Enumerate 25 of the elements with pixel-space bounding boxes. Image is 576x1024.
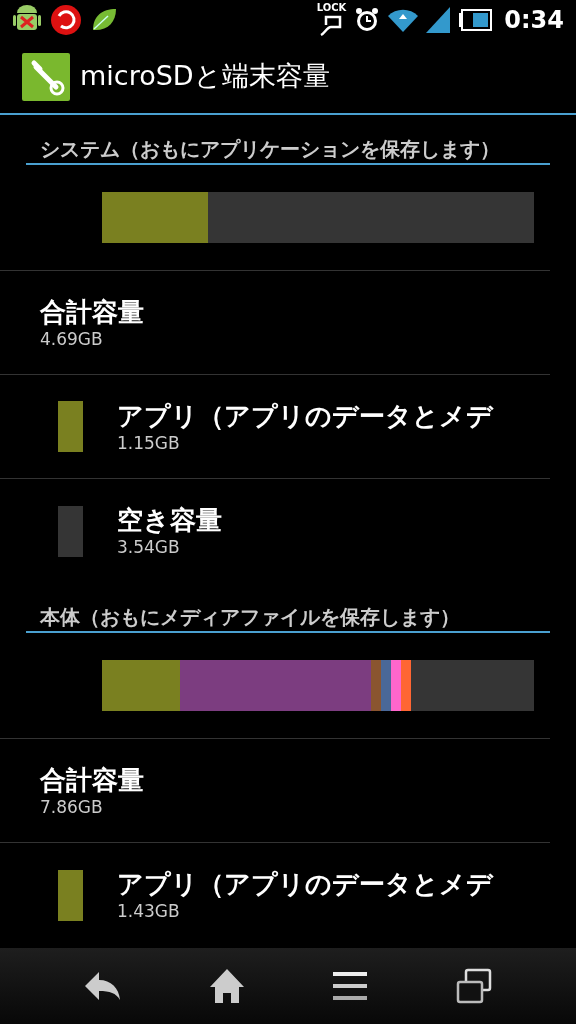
- back-icon[interactable]: [84, 972, 121, 1000]
- item-label: アプリ（アプリのデータとメデ: [117, 868, 493, 900]
- total-value: 4.69GB: [40, 327, 104, 350]
- home-icon[interactable]: [209, 969, 244, 1003]
- item-label: 空き容量: [117, 504, 222, 536]
- menu-icon[interactable]: [332, 972, 367, 1000]
- security-app-icon: [50, 4, 82, 36]
- item-value: 3.54GB: [117, 536, 181, 558]
- screen-title: microSDと端末容量: [80, 59, 330, 94]
- recent-apps-icon[interactable]: [455, 968, 492, 1004]
- battery-icon: [458, 9, 493, 31]
- wrench-icon: [22, 52, 70, 101]
- item-label: アプリ（アプリのデータとメデ: [117, 399, 493, 432]
- item-value: 1.43GB: [117, 900, 181, 922]
- lock-label: LOCK: [316, 3, 347, 13]
- section-header: システム（おもにアプリケーションを保存します）: [26, 115, 550, 165]
- item-value: 1.15GB: [117, 431, 181, 454]
- clock-time: 0:34: [504, 5, 564, 36]
- alarm-icon: [354, 7, 381, 33]
- total-label: 合計容量: [40, 295, 145, 328]
- wifi-icon: [388, 8, 419, 32]
- section-header: 本体（おもにメディアファイルを保存します）: [26, 583, 550, 633]
- total-value: 7.86GB: [40, 795, 104, 818]
- total-label: 合計容量: [40, 763, 145, 796]
- signal-icon: [426, 7, 451, 33]
